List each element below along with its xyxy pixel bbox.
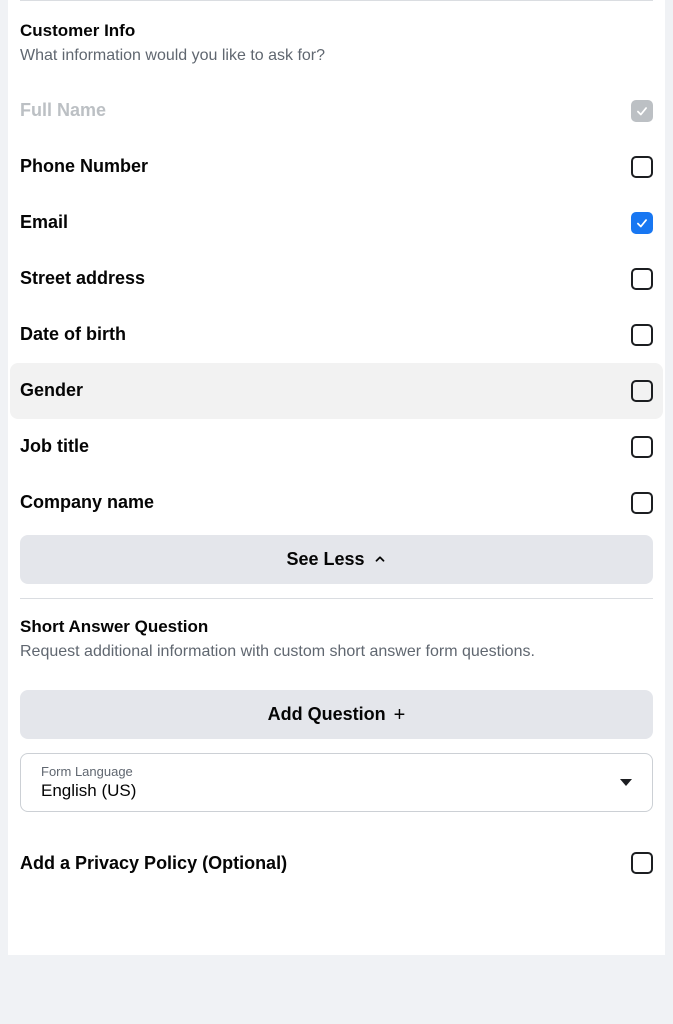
field-label: Full Name xyxy=(20,100,106,121)
divider-top xyxy=(20,0,653,1)
customer-info-title: Customer Info xyxy=(20,21,653,41)
field-row-phone-number[interactable]: Phone Number xyxy=(20,139,653,195)
field-row-full-name[interactable]: Full Name xyxy=(20,83,653,139)
field-label: Street address xyxy=(20,268,145,289)
checkbox xyxy=(631,100,653,122)
field-row-date-of-birth[interactable]: Date of birth xyxy=(20,307,653,363)
see-less-label: See Less xyxy=(286,549,364,570)
customer-info-subtitle: What information would you like to ask f… xyxy=(20,45,653,67)
checkbox[interactable] xyxy=(631,380,653,402)
checkbox[interactable] xyxy=(631,212,653,234)
checkbox[interactable] xyxy=(631,268,653,290)
field-row-company-name[interactable]: Company name xyxy=(20,475,653,531)
short-answer-title: Short Answer Question xyxy=(20,617,653,637)
privacy-policy-label: Add a Privacy Policy (Optional) xyxy=(20,853,287,874)
short-answer-subtitle: Request additional information with cust… xyxy=(20,641,653,663)
customer-info-section: Customer Info What information would you… xyxy=(20,21,653,584)
checkbox[interactable] xyxy=(631,156,653,178)
field-row-email[interactable]: Email xyxy=(20,195,653,251)
check-icon xyxy=(635,216,649,230)
add-question-button[interactable]: Add Question + xyxy=(20,690,653,739)
field-row-job-title[interactable]: Job title xyxy=(20,419,653,475)
plus-icon: + xyxy=(394,705,406,725)
form-language-select[interactable]: Form Language English (US) xyxy=(20,753,653,812)
check-icon xyxy=(635,104,649,118)
checkbox[interactable] xyxy=(631,492,653,514)
field-label: Job title xyxy=(20,436,89,457)
field-label: Phone Number xyxy=(20,156,148,177)
form-language-value: English (US) xyxy=(41,781,136,801)
field-label: Gender xyxy=(20,380,83,401)
short-answer-section: Short Answer Question Request additional… xyxy=(20,617,653,740)
field-row-gender[interactable]: Gender xyxy=(10,363,663,419)
field-label: Date of birth xyxy=(20,324,126,345)
field-label: Company name xyxy=(20,492,154,513)
field-label: Email xyxy=(20,212,68,233)
checkbox[interactable] xyxy=(631,324,653,346)
chevron-up-icon xyxy=(373,552,387,566)
checkbox[interactable] xyxy=(631,436,653,458)
field-row-street-address[interactable]: Street address xyxy=(20,251,653,307)
privacy-policy-row[interactable]: Add a Privacy Policy (Optional) xyxy=(20,830,653,886)
caret-down-icon xyxy=(620,779,632,786)
form-language-label: Form Language xyxy=(41,764,136,779)
divider-mid xyxy=(20,598,653,599)
add-question-label: Add Question xyxy=(268,704,386,725)
privacy-policy-checkbox[interactable] xyxy=(631,852,653,874)
see-less-button[interactable]: See Less xyxy=(20,535,653,584)
